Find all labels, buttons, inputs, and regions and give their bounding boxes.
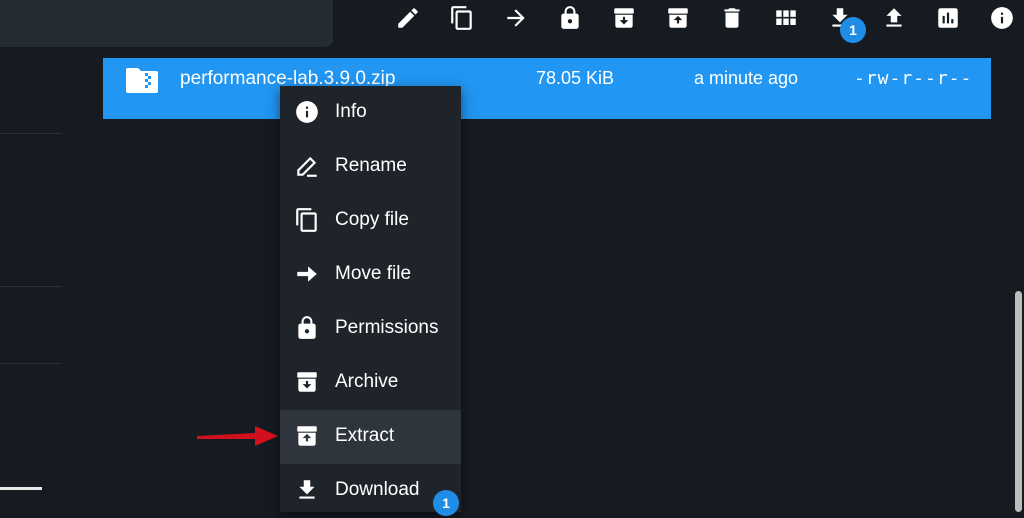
info-icon (294, 99, 320, 125)
menu-item-label: Permissions (335, 317, 439, 338)
menu-item-label: Extract (335, 425, 395, 446)
sidebar-divider (0, 363, 62, 364)
arrow-right-icon (294, 261, 320, 287)
file-row-selected[interactable]: performance-lab.3.9.0.zip 78.05 KiB a mi… (103, 58, 991, 119)
archive-icon (614, 8, 634, 28)
scrollbar[interactable] (1013, 58, 1024, 512)
archive-icon (294, 369, 320, 395)
toolbar-info-button[interactable] (987, 3, 1017, 33)
upload-icon (886, 8, 902, 27)
grid-icon (776, 10, 796, 26)
sidebar (0, 58, 62, 512)
download-icon (294, 477, 320, 503)
pencil-icon (398, 8, 418, 28)
toolbar-extract-button[interactable] (663, 3, 693, 33)
toolbar-upload-button[interactable] (879, 3, 909, 33)
menu-item-info[interactable]: Info (280, 86, 461, 140)
menu-item-label: Archive (335, 371, 399, 392)
menu-item-label: Download (335, 479, 420, 500)
copy-icon (451, 6, 472, 30)
toolbar-archive-button[interactable] (609, 3, 639, 33)
storage-usage-bar (0, 487, 42, 490)
arrow-right-icon (507, 9, 525, 27)
menu-item-extract[interactable]: Extract (280, 410, 461, 464)
bar-chart-icon (938, 8, 958, 28)
toolbar-usage-button[interactable] (933, 3, 963, 33)
menu-item-rename[interactable]: Rename (280, 140, 461, 194)
menu-item-label: Move file (335, 263, 412, 284)
sidebar-divider (0, 133, 62, 134)
toolbar-delete-button[interactable] (717, 3, 747, 33)
toolbar-download-button[interactable]: 1 (825, 3, 866, 43)
search-box[interactable] (0, 0, 333, 47)
unarchive-icon (668, 8, 688, 28)
download-count-badge: 1 (433, 490, 459, 516)
menu-item-label: Info (335, 101, 367, 122)
toolbar-permissions-button[interactable] (555, 3, 585, 33)
pencil-icon (294, 153, 320, 179)
scrollbar-thumb[interactable] (1015, 291, 1022, 512)
unarchive-icon (294, 423, 320, 449)
menu-item-permissions[interactable]: Permissions (280, 302, 461, 356)
toolbar-view-mode-button[interactable] (771, 3, 801, 33)
trash-icon (724, 8, 740, 28)
file-modified: a minute ago (694, 68, 799, 88)
file-browser-app: 1 performance-lab.3.9.0.zip 78.05 KiB a … (0, 0, 1024, 516)
menu-item-label: Rename (335, 155, 407, 176)
file-size: 78.05 KiB (536, 68, 615, 88)
sidebar-divider (0, 286, 62, 287)
menu-item-move-file[interactable]: Move file (280, 248, 461, 302)
context-menu: Info Rename Copy file Move file Permissi… (280, 86, 461, 516)
file-permissions: -rw-r--r-- (854, 68, 973, 89)
toolbar-copy-button[interactable] (447, 3, 477, 33)
menu-item-copy-file[interactable]: Copy file (280, 194, 461, 248)
menu-item-label: Copy file (335, 209, 409, 230)
zip-folder-icon (125, 66, 159, 94)
toolbar-move-button[interactable] (501, 3, 531, 33)
lock-icon (561, 6, 579, 29)
menu-item-archive[interactable]: Archive (280, 356, 461, 410)
info-icon (991, 7, 1013, 29)
download-count-badge: 1 (840, 17, 866, 43)
lock-icon (294, 315, 320, 341)
header: 1 (0, 0, 1024, 58)
copy-icon (294, 207, 320, 233)
menu-item-download[interactable]: Download 1 (280, 464, 461, 518)
toolbar-rename-button[interactable] (393, 3, 423, 33)
annotation-arrow (197, 426, 278, 446)
